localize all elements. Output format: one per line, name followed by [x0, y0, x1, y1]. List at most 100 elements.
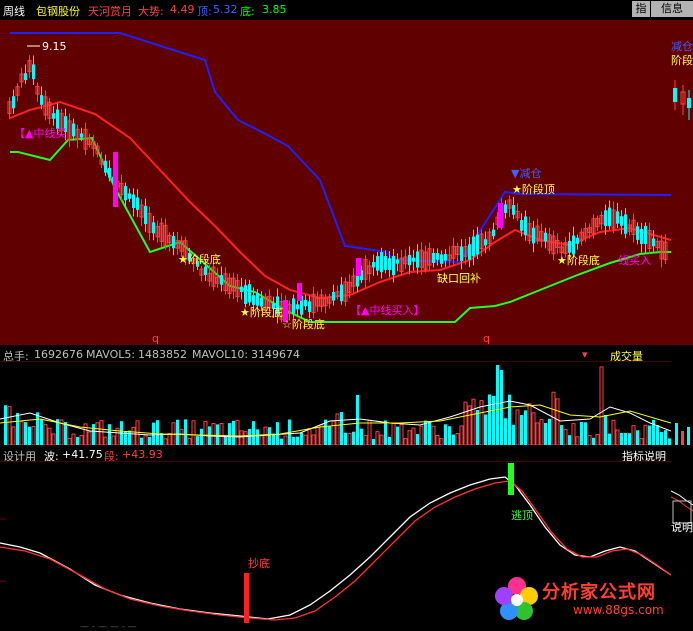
volume-bar [535, 422, 540, 445]
candle-body [252, 295, 255, 305]
volume-bar [656, 425, 659, 445]
volume-bar [340, 412, 343, 445]
volume-bar [419, 425, 424, 445]
volume-bar [191, 420, 196, 445]
candle-body [460, 246, 463, 261]
volume-bar [128, 430, 131, 445]
candle-body [636, 226, 639, 240]
volume-bar [47, 427, 52, 445]
volume-bar [411, 427, 416, 445]
escape-top-bar [508, 463, 514, 495]
candle-body [108, 167, 111, 178]
candle-body [512, 205, 515, 215]
candle-body [256, 293, 259, 306]
stage-top-label: ★阶段顶 [512, 182, 555, 196]
mid-buy-label: 【▲中线买入】 [350, 303, 424, 317]
period-label[interactable]: 周线 [3, 3, 25, 19]
volume-bar [352, 431, 355, 445]
volume-bar [235, 419, 240, 445]
watermark-url: www.88gs.com [573, 603, 664, 617]
candle-body [620, 216, 623, 226]
volume-bar [379, 434, 384, 445]
right-osc-strip: 说明 [671, 461, 693, 631]
volume-bar [283, 435, 288, 445]
oscillator-header: 设计用 波: +41.75 段: +43.93 指标说明 [0, 447, 693, 463]
signal-bar [113, 152, 118, 207]
q-marker: q [483, 332, 490, 345]
volume-bar [396, 426, 399, 445]
candle-body [80, 133, 83, 138]
volume-bar [280, 438, 283, 445]
volume-bar [527, 403, 532, 445]
candle-body [616, 211, 619, 224]
candle-body [568, 240, 571, 253]
volume-bar [548, 418, 551, 445]
volume-bar [347, 432, 352, 445]
volume-bar [471, 398, 476, 445]
volume-bar [372, 438, 375, 445]
candle-body [544, 232, 547, 242]
candle-body [40, 95, 43, 105]
candle-body [436, 253, 439, 260]
candle-body [152, 222, 155, 234]
volume-bar [428, 422, 431, 445]
stage-bottom-label: ☆阶段底 [282, 317, 325, 331]
right-mini-panel: 减仓 阶段 [671, 20, 693, 345]
wave-value: +41.75 [62, 448, 103, 461]
candle-body [416, 251, 419, 268]
volume-bar [344, 432, 347, 445]
candle-body [24, 73, 27, 81]
indicator-button[interactable]: 指 [632, 1, 650, 17]
candle-body [384, 256, 387, 270]
volume-bar [455, 433, 460, 445]
volume-bar [587, 435, 592, 445]
resistance-line [10, 32, 671, 264]
q-marker: q [152, 332, 159, 345]
candle-body [532, 227, 535, 244]
volume-panel[interactable] [0, 361, 671, 445]
volume-bar [363, 434, 368, 445]
volume-bar [103, 436, 108, 445]
volume-bar [268, 427, 271, 445]
info-button[interactable]: 信息 [651, 1, 693, 17]
volume-bar [167, 433, 172, 445]
ma-line [9, 100, 671, 300]
candle-body [572, 235, 575, 255]
volume-bar [95, 422, 100, 445]
candle-body [220, 275, 223, 285]
chevron-down-icon[interactable]: ▾ [582, 348, 588, 361]
candle-body [124, 186, 127, 201]
candle-body [172, 236, 175, 249]
volume-bar [319, 424, 324, 445]
volume-bar [148, 436, 151, 445]
volume-bar [11, 426, 16, 445]
segment-value: +43.93 [122, 448, 163, 461]
oscillator-panel[interactable]: 抄底 逃顶 — - — — - — [0, 461, 671, 631]
volume-bar [500, 370, 503, 445]
volume-bar [604, 415, 607, 445]
volume-bar [76, 436, 79, 445]
mid-buy-label-top: 【▲中线买 [14, 126, 66, 140]
candle-body [204, 266, 207, 276]
top-label: 顶: [197, 5, 212, 18]
candle-body [472, 236, 475, 257]
volume-bar [624, 432, 627, 445]
candle-body [296, 304, 299, 310]
watermark-brand: 分析家公式网 [542, 582, 656, 603]
volume-bar [467, 405, 472, 445]
volume-bar [331, 420, 336, 445]
volume-bar [391, 423, 396, 445]
price-chart-panel[interactable]: 9.15 【▲中线买 ★阶段底 ★阶段底 ☆阶段底 【▲中线买入】 缺口回补 ▼… [0, 20, 671, 345]
volume-bar [484, 414, 487, 445]
volume-bar [631, 425, 636, 445]
volume-bar [539, 419, 544, 445]
volume-bar [563, 428, 568, 445]
volume-bar [16, 413, 19, 445]
candle-body [240, 286, 243, 292]
volume-bar [232, 420, 235, 445]
candle-body [644, 225, 647, 245]
volume-bar [203, 420, 208, 445]
candle-body [408, 254, 411, 266]
volume-bar [608, 433, 611, 445]
volume-bar [176, 419, 179, 445]
